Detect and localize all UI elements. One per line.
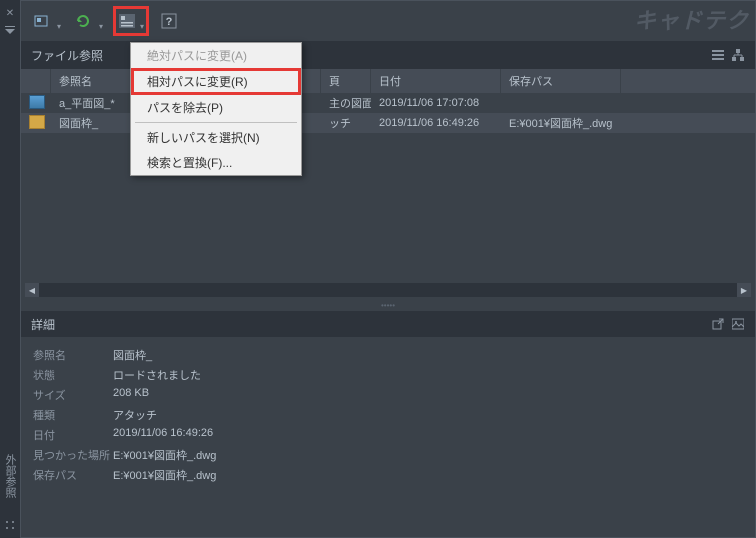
image-icon[interactable] (731, 317, 745, 331)
detail-row: 参照名図面枠_ (33, 345, 743, 365)
detail-row: 日付2019/11/06 16:49:26 (33, 425, 743, 445)
image-file-icon (29, 95, 45, 109)
left-gutter: ✕ 外部参照 (0, 0, 20, 538)
detail-row: 種類アタッチ (33, 405, 743, 425)
detail-row: 保存パスE:¥001¥図面枠_.dwg (33, 465, 743, 485)
dots-icon[interactable] (4, 519, 16, 531)
col-icon[interactable] (21, 69, 51, 93)
menu-remove-path[interactable]: パスを除去(P) (131, 95, 301, 120)
detail-row: 状態ロードされました (33, 365, 743, 385)
cell-type: ッチ (321, 115, 371, 131)
detail-row: サイズ208 KB (33, 385, 743, 405)
panel-title: ファイル参照 (31, 47, 103, 64)
splitter-handle[interactable]: ••••• (21, 299, 755, 311)
help-button[interactable]: ? (157, 9, 181, 33)
col-path[interactable]: 保存パス (501, 69, 621, 93)
tree-view-icon[interactable] (731, 48, 745, 62)
collapse-icon[interactable] (4, 25, 16, 37)
col-type[interactable]: 頁 (321, 69, 371, 93)
details-header: 詳細 (21, 311, 755, 337)
refresh-dropdown-button[interactable] (71, 9, 105, 33)
export-icon[interactable] (711, 317, 725, 331)
svg-text:?: ? (166, 16, 173, 28)
details-body: 参照名図面枠_ 状態ロードされました サイズ208 KB 種類アタッチ 日付20… (21, 337, 755, 493)
menu-relative-path[interactable]: 相対パスに変更(R) (131, 68, 301, 95)
details-title: 詳細 (31, 316, 55, 333)
path-dropdown-button[interactable] (113, 6, 149, 36)
menu-new-path[interactable]: 新しいパスを選択(N) (131, 125, 301, 150)
detail-row: 見つかった場所E:¥001¥図面枠_.dwg (33, 445, 743, 465)
col-date[interactable]: 日付 (371, 69, 501, 93)
menu-absolute-path: 絶対パスに変更(A) (131, 43, 301, 68)
menu-separator (135, 122, 297, 123)
vertical-tab-label[interactable]: 外部参照 (2, 454, 18, 498)
scroll-left-arrow[interactable]: ◀ (25, 283, 39, 297)
watermark: キャドテク (634, 3, 749, 35)
path-context-menu: 絶対パスに変更(A) 相対パスに変更(R) パスを除去(P) 新しいパスを選択(… (130, 42, 302, 176)
scroll-right-arrow[interactable]: ▶ (737, 283, 751, 297)
close-icon[interactable]: ✕ (4, 7, 16, 19)
attach-dropdown-button[interactable] (29, 9, 63, 33)
cell-date: 2019/11/06 17:07:08 (371, 97, 501, 109)
cell-type: 主の図面 (321, 95, 371, 111)
dwg-file-icon (29, 115, 45, 129)
cell-date: 2019/11/06 16:49:26 (371, 117, 501, 129)
cell-path: E:¥001¥図面枠_.dwg (501, 115, 621, 131)
list-view-icon[interactable] (711, 48, 725, 62)
menu-find-replace[interactable]: 検索と置換(F)... (131, 150, 301, 175)
horizontal-scrollbar[interactable]: ◀ ▶ (25, 283, 751, 297)
